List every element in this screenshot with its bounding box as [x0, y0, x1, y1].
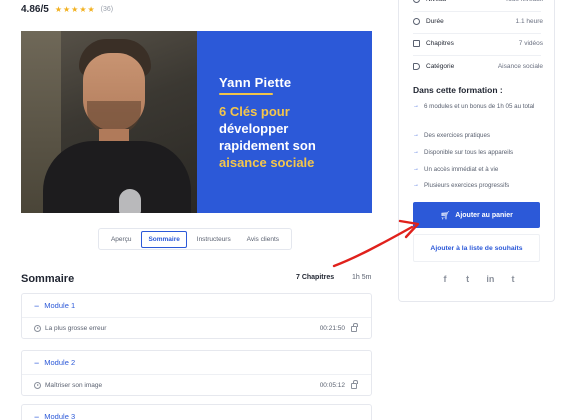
course-tabs: Aperçu Sommaire Instructeurs Avis clients [98, 228, 292, 250]
clock-icon [413, 18, 420, 25]
cart-icon: 🛒︎ [440, 210, 451, 220]
add-to-wishlist-button[interactable]: Ajouter à la liste de souhaits [413, 234, 540, 262]
feature-item: → Plusieurs exercices progressifs [413, 181, 543, 190]
star-icon: ★ [54, 4, 62, 14]
info-row: Catégorie Aisance sociale [413, 63, 543, 70]
tab-instructeurs[interactable]: Instructeurs [191, 232, 237, 247]
tab-sommaire[interactable]: Sommaire [141, 230, 187, 248]
info-divider [413, 11, 541, 12]
course-title-panel: Yann Piette 6 Clés pour développer rapidem… [197, 31, 372, 213]
add-to-cart-button[interactable]: 🛒︎ Ajouter au panier [413, 202, 540, 228]
arrow-right-icon: → [413, 132, 419, 138]
feature-item: → Un accès immédiat et à vie [413, 165, 543, 174]
module-card: − Module 3 [21, 404, 372, 420]
tag-icon [413, 63, 420, 70]
chapter-count: 7 Chapitres [296, 274, 335, 281]
feature-item: → Disponible sur tous les appareils [413, 148, 543, 157]
module-title: Module 3 [44, 412, 76, 420]
includes-title: Dans cette formation : [413, 85, 503, 95]
rating-count: (36) [100, 6, 114, 13]
info-divider [413, 33, 541, 34]
feature-text: Disponible sur tous les appareils [424, 149, 514, 156]
module-card: − Module 2 Maîtriser son image 00:05:12 [21, 350, 372, 396]
info-row: Durée 1.1 heure [413, 18, 543, 25]
feature-text: Un accès immédiat et à vie [424, 166, 499, 173]
feature-text: Des exercices pratiques [424, 132, 491, 139]
info-label: Catégorie [426, 63, 455, 70]
arrow-right-icon: → [413, 103, 419, 109]
lesson-duration: 00:21:50 [319, 324, 345, 332]
info-label: Niveau [426, 0, 505, 3]
star-icon: ★ [87, 4, 95, 14]
lock-icon [351, 380, 358, 389]
tumblr-icon[interactable]: t [507, 274, 519, 284]
hero-title-line: rapidement son [219, 138, 316, 153]
info-value: Tous niveaux [505, 0, 543, 3]
feature-item: → Des exercices pratiques [413, 131, 543, 140]
module-title: Module 2 [44, 358, 76, 367]
hero-author: Yann Piette [219, 75, 292, 90]
rating-stars: ★ ★ ★ ★ ★ [55, 5, 95, 15]
social-share: f t in t [439, 274, 519, 284]
module-card: − Module 1 La plus grosse erreur 00:21:50 [21, 293, 372, 339]
star-icon: ★ [79, 4, 87, 14]
twitter-icon[interactable]: t [462, 274, 474, 284]
hero-title-line: 6 Clés pour [219, 104, 290, 119]
lesson-title: La plus grosse erreur [45, 324, 107, 332]
star-icon: ★ [71, 4, 79, 14]
play-circle-icon [34, 381, 41, 389]
collapse-icon: − [34, 411, 40, 420]
module-title: Module 1 [44, 301, 76, 310]
module-header[interactable]: − Module 1 [22, 294, 371, 318]
add-to-cart-label: Ajouter au panier [455, 211, 513, 219]
course-rating: 4.86/5 ★ ★ ★ ★ ★ (36) [21, 4, 113, 15]
star-icon: ★ [62, 4, 71, 14]
microphone-image [119, 189, 141, 213]
arrow-right-icon: → [413, 182, 419, 188]
info-row: NiveauTous niveaux [413, 0, 543, 3]
collapse-icon: − [34, 357, 40, 368]
arrow-right-icon: → [413, 166, 419, 172]
play-circle-icon [34, 324, 41, 332]
rating-score: 4.86/5 [21, 4, 49, 15]
course-sidebar: NiveauTous niveaux Durée 1.1 heure Chapitre… [398, 0, 555, 302]
hero-underline [219, 93, 273, 95]
collapse-icon: − [34, 300, 40, 311]
hero-title-line: aisance sociale [219, 155, 315, 170]
info-value: 7 vidéos [518, 40, 543, 47]
linkedin-icon[interactable]: in [484, 274, 496, 284]
arrow-right-icon: → [413, 149, 419, 155]
sommaire-title: Sommaire [21, 273, 75, 285]
hero-title-line: développer [219, 121, 289, 136]
tab-avis-clients[interactable]: Avis clients [241, 232, 285, 247]
tab-aper-u[interactable]: Aperçu [105, 232, 138, 247]
wishlist-label: Ajouter à la liste de souhaits [430, 244, 523, 252]
lesson-row[interactable]: La plus grosse erreur 00:21:50 [22, 318, 371, 338]
lesson-title: Maîtriser son image [45, 381, 103, 389]
lock-icon [351, 323, 358, 332]
level-icon [413, 0, 420, 3]
total-duration: 1h 5m [352, 274, 372, 281]
module-header[interactable]: − Module 3 [22, 405, 371, 420]
info-label: Chapitres [426, 40, 454, 47]
info-label: Durée [426, 18, 444, 25]
facebook-icon[interactable]: f [439, 274, 451, 284]
feature-text: 6 modules et un bonus de 1h 05 au total [424, 103, 535, 110]
info-value: 1.1 heure [515, 18, 543, 25]
feature-item: → 6 modules et un bonus de 1h 05 au total [413, 102, 543, 111]
instructor-photo [21, 31, 197, 213]
lesson-row[interactable]: Maîtriser son image 00:05:12 [22, 375, 371, 395]
lesson-duration: 00:05:12 [319, 381, 345, 389]
chapters-icon [413, 40, 420, 47]
course-video-thumbnail[interactable]: Yann Piette 6 Clés pour développer rapidem… [21, 31, 372, 213]
info-value: Aisance sociale [497, 63, 543, 70]
feature-text: Plusieurs exercices progressifs [424, 182, 510, 189]
module-header[interactable]: − Module 2 [22, 351, 371, 375]
info-divider [413, 55, 541, 56]
info-row: Chapitres 7 vidéos [413, 40, 543, 47]
